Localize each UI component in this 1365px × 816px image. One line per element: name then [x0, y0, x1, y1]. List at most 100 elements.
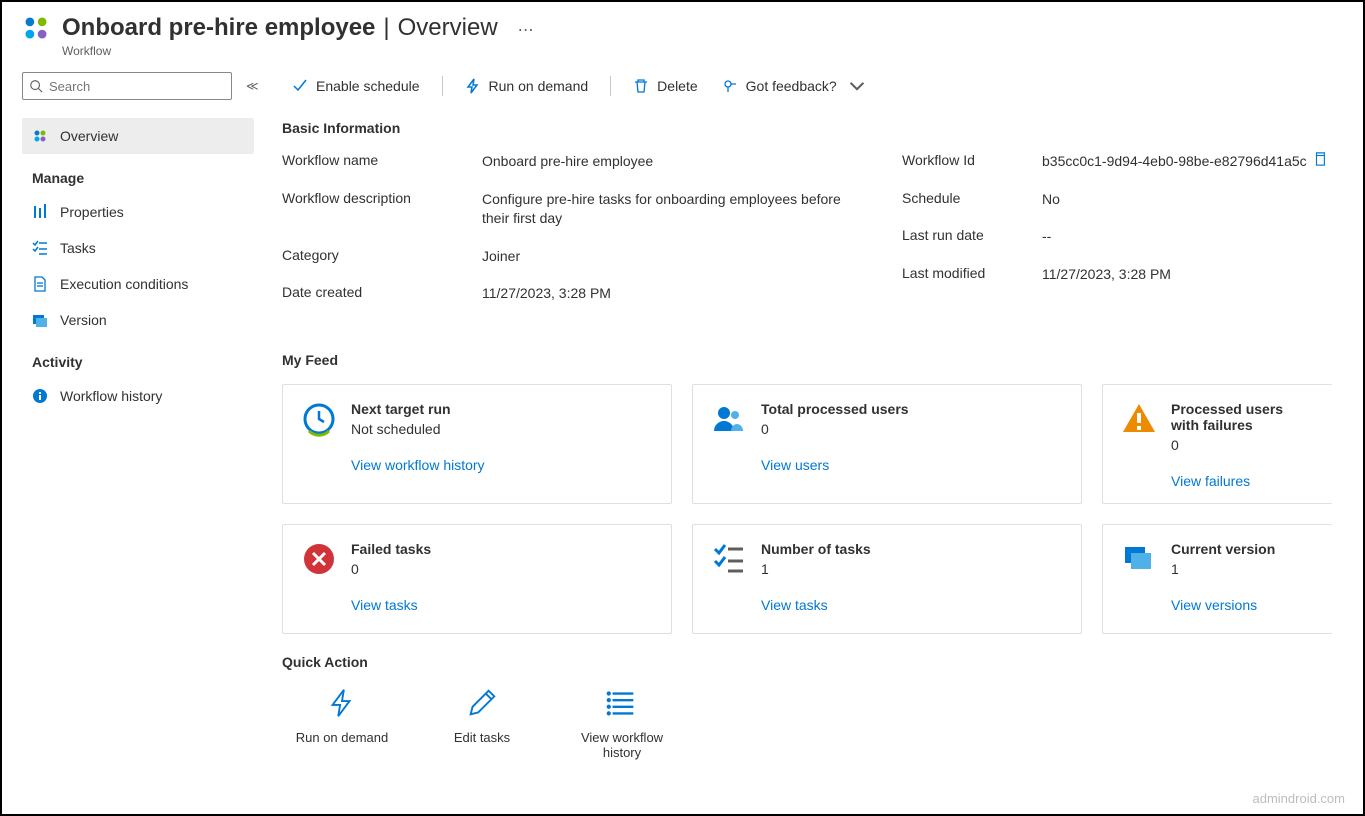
card-title: Next target run [351, 401, 653, 417]
card-title: Processed users with failures [1171, 401, 1314, 433]
card-value: 0 [761, 421, 1063, 437]
card-next-target-run: Next target run Not scheduled View workf… [282, 384, 672, 504]
card-title: Number of tasks [761, 541, 1063, 557]
warning-icon [1121, 401, 1157, 437]
chevron-down-icon [849, 78, 865, 94]
clock-icon [301, 401, 337, 437]
enable-schedule-button[interactable]: Enable schedule [282, 72, 430, 100]
sidebar-item-workflow-history[interactable]: Workflow history [22, 378, 254, 414]
sidebar-item-label: Tasks [60, 240, 96, 256]
quick-action-label: View workflow history [572, 730, 672, 760]
tasks-icon [32, 240, 48, 256]
collapse-sidebar-button[interactable]: ≪ [246, 79, 259, 93]
delete-button[interactable]: Delete [623, 72, 707, 100]
got-feedback-button[interactable]: Got feedback? [712, 72, 875, 100]
quick-action-run-on-demand[interactable]: Run on demand [292, 686, 392, 760]
card-title: Current version [1171, 541, 1314, 557]
quick-action-label: Edit tasks [454, 730, 510, 745]
info-value: Configure pre-hire tasks for onboarding … [482, 190, 862, 229]
workflow-logo-icon [22, 14, 50, 45]
version-icon [32, 312, 48, 328]
view-users-link[interactable]: View users [761, 457, 1063, 473]
info-label: Category [282, 247, 482, 267]
command-toolbar: Enable schedule Run on demand Delete Got… [282, 72, 1363, 100]
toolbar-label: Got feedback? [746, 78, 837, 94]
toolbar-separator [610, 76, 611, 96]
sidebar-item-version[interactable]: Version [22, 302, 254, 338]
page-title-separator: | [383, 14, 389, 42]
info-value: 11/27/2023, 3:28 PM [482, 284, 611, 304]
card-processed-users-failures: Processed users with failures 0 View fai… [1102, 384, 1332, 504]
card-title: Failed tasks [351, 541, 653, 557]
card-number-of-tasks: Number of tasks 1 View tasks [692, 524, 1082, 634]
view-versions-link[interactable]: View versions [1171, 597, 1314, 613]
view-workflow-history-link[interactable]: View workflow history [351, 457, 653, 473]
info-label: Last run date [902, 227, 1042, 247]
card-value: 0 [351, 561, 653, 577]
info-label: Last modified [902, 265, 1042, 285]
toolbar-separator [442, 76, 443, 96]
section-my-feed: My Feed [282, 352, 1363, 368]
info-value: Onboard pre-hire employee [482, 152, 653, 172]
sidebar-item-label: Overview [60, 128, 118, 144]
info-grid: Workflow nameOnboard pre-hire employee W… [282, 152, 1363, 322]
watermark: admindroid.com [1253, 791, 1346, 806]
search-input[interactable] [49, 79, 225, 94]
info-value: -- [1042, 227, 1051, 247]
sidebar-item-label: Execution conditions [60, 276, 188, 292]
section-quick-action: Quick Action [282, 654, 1363, 670]
search-input-container[interactable] [22, 72, 232, 100]
info-value: No [1042, 190, 1060, 210]
list-icon [605, 686, 639, 720]
sidebar-group-manage: Manage [32, 170, 254, 186]
toolbar-label: Delete [657, 78, 697, 94]
error-icon [301, 541, 337, 577]
workflow-id-text: b35cc0c1-9d94-4eb0-98be-e82796d41a5c [1042, 152, 1307, 172]
view-tasks-link-2[interactable]: View tasks [761, 597, 1063, 613]
quick-action-edit-tasks[interactable]: Edit tasks [432, 686, 532, 760]
sidebar-group-activity: Activity [32, 354, 254, 370]
page-title: Onboard pre-hire employee [62, 14, 375, 42]
sidebar-item-properties[interactable]: Properties [22, 194, 254, 230]
document-icon [32, 276, 48, 292]
sidebar-item-overview[interactable]: Overview [22, 118, 254, 154]
more-actions-button[interactable]: ⋯ [506, 20, 534, 40]
checklist-icon [711, 541, 747, 577]
card-value: 1 [761, 561, 1063, 577]
lightning-icon [465, 78, 481, 94]
feedback-icon [722, 78, 738, 94]
card-value: Not scheduled [351, 421, 653, 437]
info-label: Schedule [902, 190, 1042, 210]
run-on-demand-button[interactable]: Run on demand [455, 72, 599, 100]
card-current-version: Current version 1 View versions [1102, 524, 1332, 634]
lightning-icon [325, 686, 359, 720]
info-value: 11/27/2023, 3:28 PM [1042, 265, 1171, 285]
quick-action-view-history[interactable]: View workflow history [572, 686, 672, 760]
card-value: 1 [1171, 561, 1314, 577]
card-total-processed-users: Total processed users 0 View users [692, 384, 1082, 504]
main-content: Enable schedule Run on demand Delete Got… [262, 62, 1363, 760]
view-tasks-link[interactable]: View tasks [351, 597, 653, 613]
info-icon [32, 388, 48, 404]
info-label: Workflow name [282, 152, 482, 172]
overview-icon [32, 128, 48, 144]
sidebar-item-label: Version [60, 312, 107, 328]
sidebar-item-tasks[interactable]: Tasks [22, 230, 254, 266]
sidebar-item-label: Properties [60, 204, 124, 220]
view-failures-link[interactable]: View failures [1171, 473, 1314, 489]
version-stack-icon [1121, 541, 1157, 577]
copy-button[interactable] [1313, 152, 1327, 172]
info-label: Workflow Id [902, 152, 1042, 172]
users-icon [711, 401, 747, 437]
sidebar-item-label: Workflow history [60, 388, 162, 404]
sidebar: ≪ Overview Manage Properties Tasks Execu… [2, 62, 262, 760]
card-title: Total processed users [761, 401, 1063, 417]
page-subtitle: Overview [398, 14, 498, 42]
trash-icon [633, 78, 649, 94]
sidebar-item-execution-conditions[interactable]: Execution conditions [22, 266, 254, 302]
info-label: Workflow description [282, 190, 482, 229]
properties-icon [32, 204, 48, 220]
page-header: Onboard pre-hire employee | Overview ⋯ W… [2, 2, 1363, 62]
info-label: Date created [282, 284, 482, 304]
quick-action-label: Run on demand [296, 730, 389, 745]
